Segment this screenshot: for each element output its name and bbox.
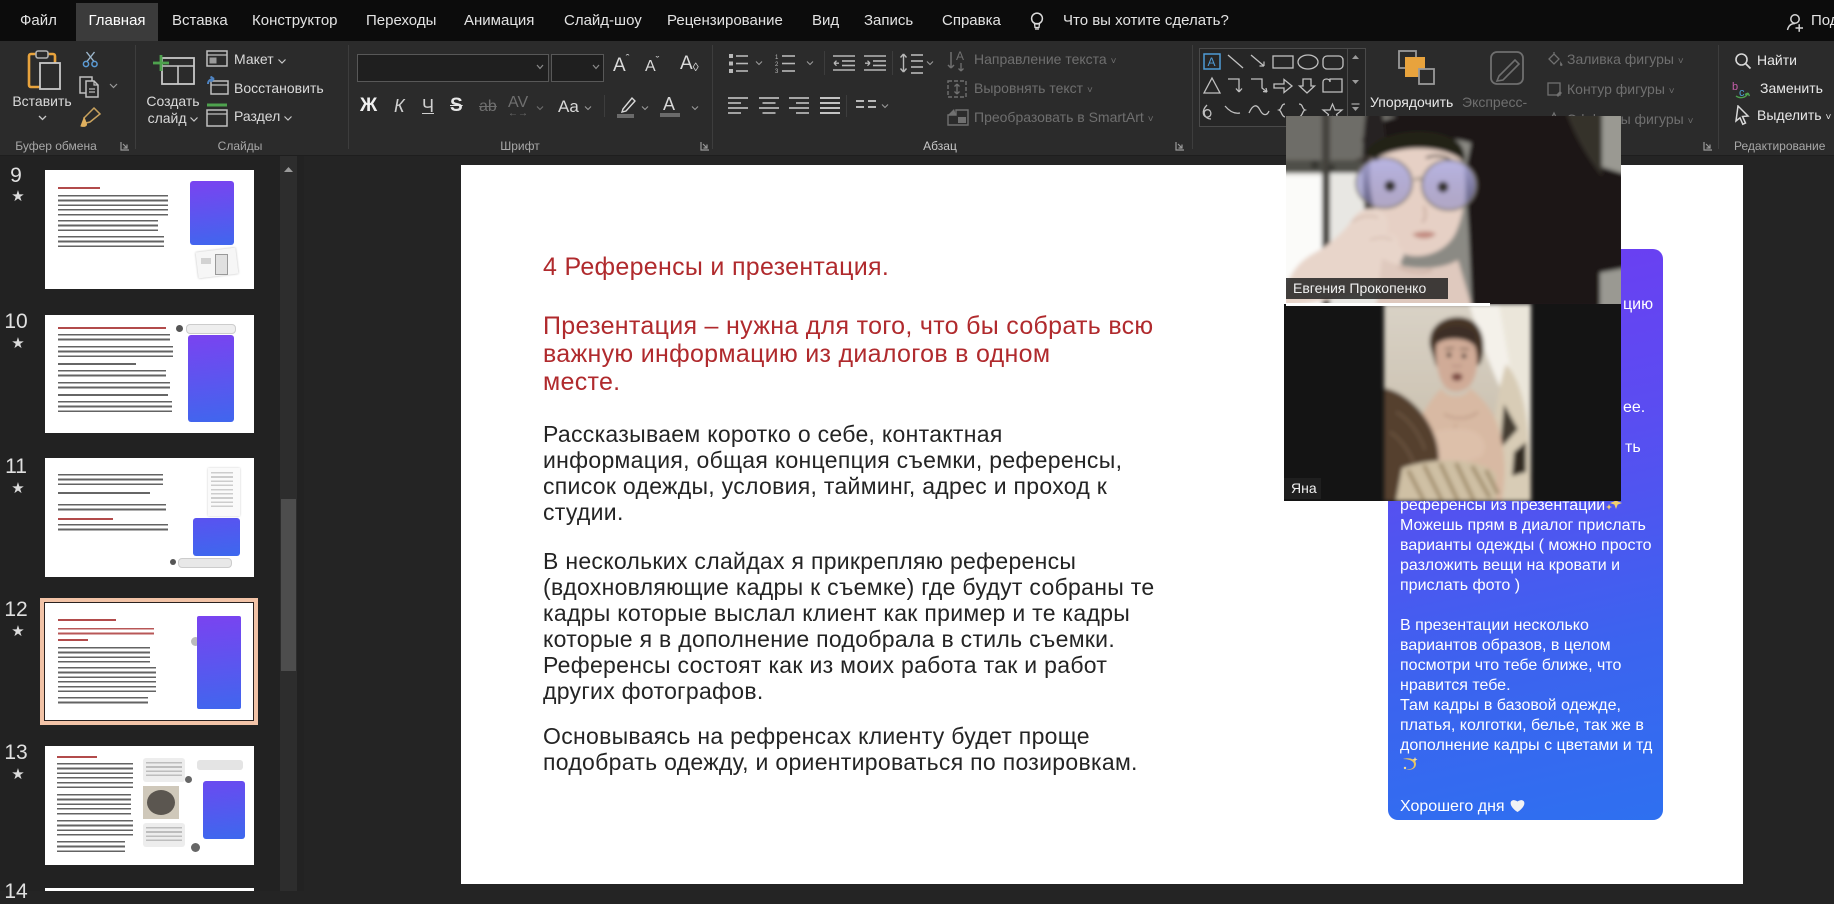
- svg-text:3: 3: [775, 69, 779, 74]
- svg-text:A: A: [1208, 55, 1216, 69]
- svg-text:b: b: [1732, 81, 1738, 93]
- svg-text:Яна: Яна: [1291, 480, 1317, 496]
- svg-text:A: A: [956, 50, 964, 63]
- svg-text:1: 1: [775, 55, 779, 61]
- svg-text:2: 2: [775, 62, 779, 68]
- svg-text:Евгения Прокопенко: Евгения Прокопенко: [1293, 280, 1426, 296]
